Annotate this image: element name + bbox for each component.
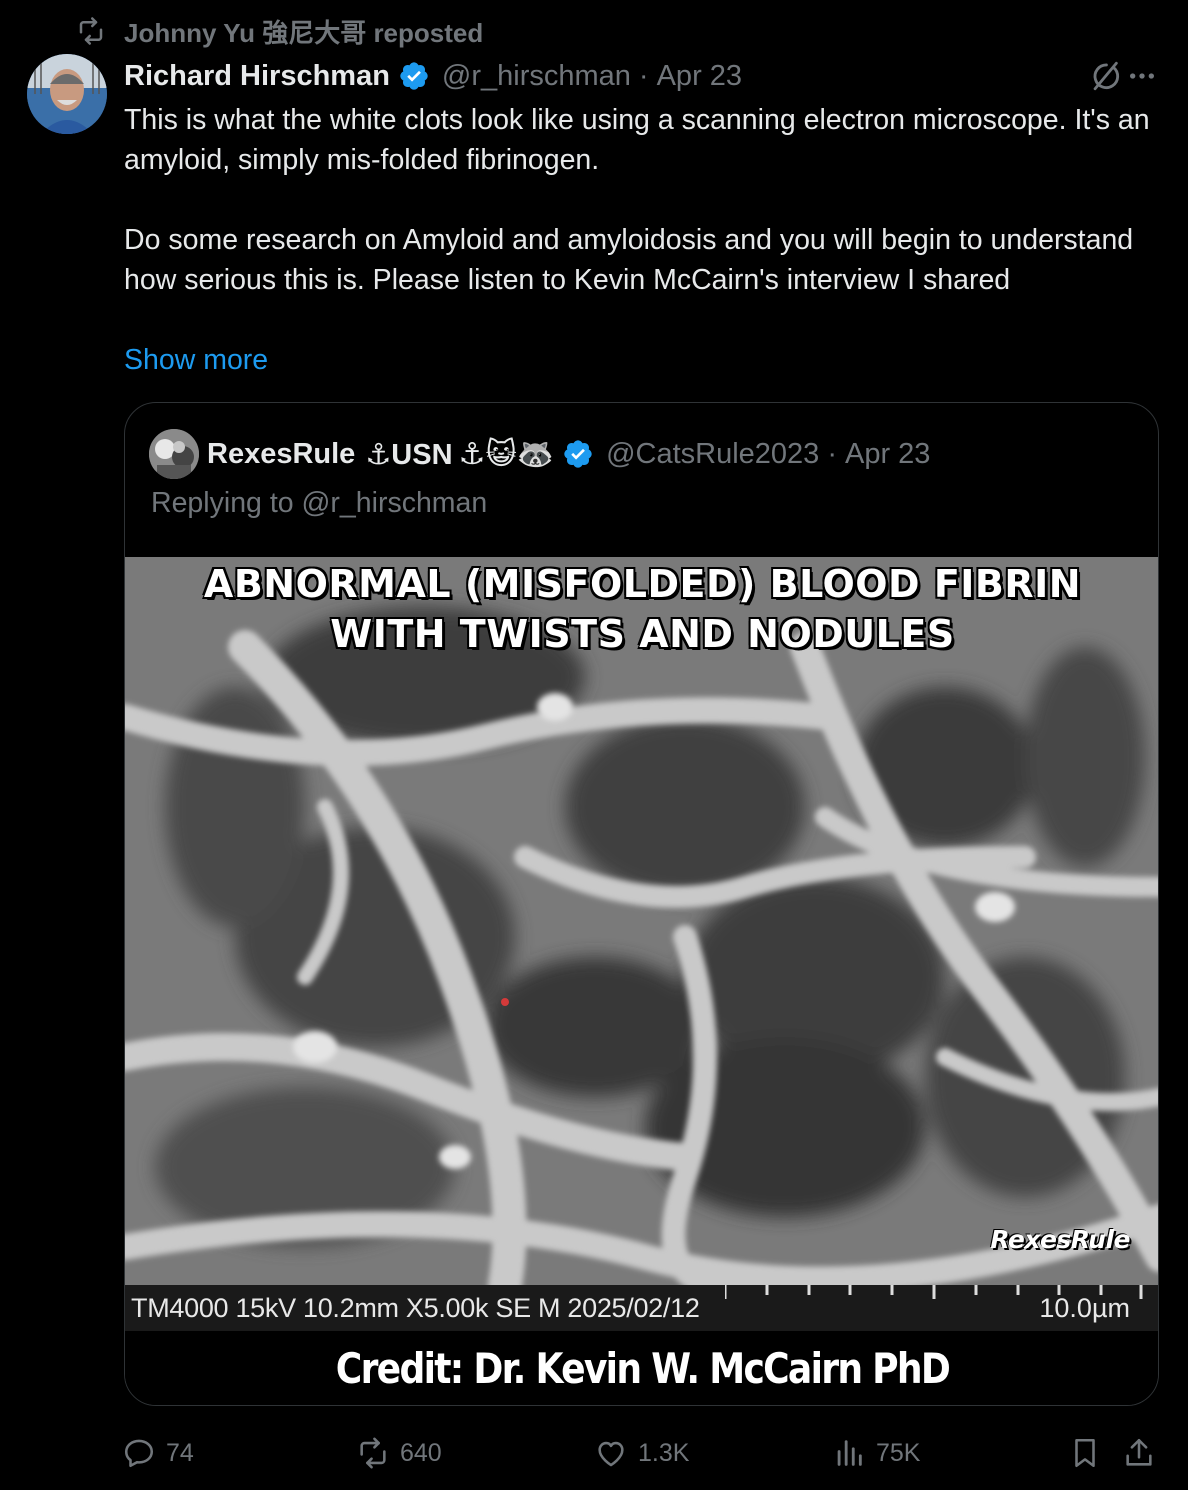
sem-scale-length: 10.0µm: [1039, 1293, 1130, 1323]
replying-to: Replying to @r_hirschman: [151, 487, 488, 519]
quoted-author-avatar[interactable]: [149, 429, 199, 479]
verified-badge-icon[interactable]: [398, 60, 430, 92]
bookmark-icon: [1075, 1438, 1095, 1468]
quoted-post[interactable]: RexesRule ⚓USN ⚓😺🦝 @CatsRule2023 · Apr 2…: [124, 402, 1159, 1406]
separator-dot: ·: [638, 59, 649, 92]
image-credit: Credit: Dr. Kevin W. McCairn PhD: [335, 1344, 951, 1393]
quoted-media[interactable]: ABNORMAL (MISFOLDED) BLOOD FIBRIN WITH T…: [125, 557, 1158, 1405]
quoted-author-emojis: ⚓😺🦝: [458, 437, 555, 471]
grok-icon[interactable]: [1088, 59, 1122, 93]
post-text-paragraph-2: Do some research on Amyloid and amyloido…: [124, 224, 1142, 296]
sem-scale-info: TM4000 15kV 10.2mm X5.00k SE M 2025/02/1…: [131, 1293, 700, 1323]
author-name[interactable]: Richard Hirschman: [124, 60, 390, 93]
post-text-spacer: [124, 180, 1164, 220]
reply-button[interactable]: 74: [122, 1430, 194, 1476]
repost-icon: [79, 17, 103, 45]
separator-dot: ·: [827, 437, 837, 470]
author-handle[interactable]: @r_hirschman: [442, 60, 631, 93]
repost-count: 640: [400, 1438, 442, 1467]
action-bar: 74 640 1.3K 75K: [122, 1430, 1162, 1476]
share-button[interactable]: [1122, 1430, 1156, 1476]
share-icon: [1126, 1438, 1152, 1466]
author-avatar[interactable]: [27, 54, 107, 134]
quoted-author-name[interactable]: RexesRule: [207, 438, 355, 471]
post-text-paragraph-1: This is what the white clots look like u…: [124, 104, 1158, 176]
image-watermark: RexesRule: [990, 1225, 1130, 1254]
reply-count: 74: [166, 1438, 194, 1467]
repost-button[interactable]: 640: [356, 1430, 442, 1476]
post-text: This is what the white clots look like u…: [124, 100, 1164, 300]
like-button[interactable]: 1.3K: [594, 1430, 689, 1476]
more-options-icon[interactable]: [1126, 60, 1158, 92]
quoted-author-name-suffix: ⚓USN: [365, 438, 453, 471]
quoted-author-handle[interactable]: @CatsRule2023: [606, 438, 819, 471]
post-header: Richard Hirschman @r_hirschman · Apr 23: [124, 56, 1158, 96]
heart-icon: [598, 1441, 624, 1467]
view-count: 75K: [876, 1438, 921, 1467]
like-count: 1.3K: [638, 1438, 690, 1467]
image-title-line-2: WITH TWISTS AND NODULES: [330, 612, 955, 656]
quoted-post-date[interactable]: Apr 23: [845, 438, 930, 471]
verified-badge-icon[interactable]: [562, 438, 594, 470]
views-chart-icon: [837, 1440, 862, 1466]
repost-indicator[interactable]: Johnny Yu 強尼大哥 reposted: [76, 14, 483, 48]
quoted-post-header: RexesRule ⚓USN ⚓😺🦝 @CatsRule2023 · Apr 2…: [149, 429, 930, 479]
views-button[interactable]: 75K: [832, 1430, 920, 1476]
show-more-link[interactable]: Show more: [124, 340, 268, 380]
bookmark-button[interactable]: [1068, 1430, 1102, 1476]
sem-info-bar: TM4000 15kV 10.2mm X5.00k SE M 2025/02/1…: [125, 1285, 1158, 1331]
sem-micrograph-image: [125, 557, 1158, 1285]
repost-icon: [360, 1437, 386, 1469]
image-title-line-1: ABNORMAL (MISFOLDED) BLOOD FIBRIN: [203, 562, 1082, 606]
repost-text: Johnny Yu 強尼大哥 reposted: [124, 17, 484, 48]
reply-icon: [124, 1439, 154, 1468]
post-date[interactable]: Apr 23: [657, 60, 742, 93]
